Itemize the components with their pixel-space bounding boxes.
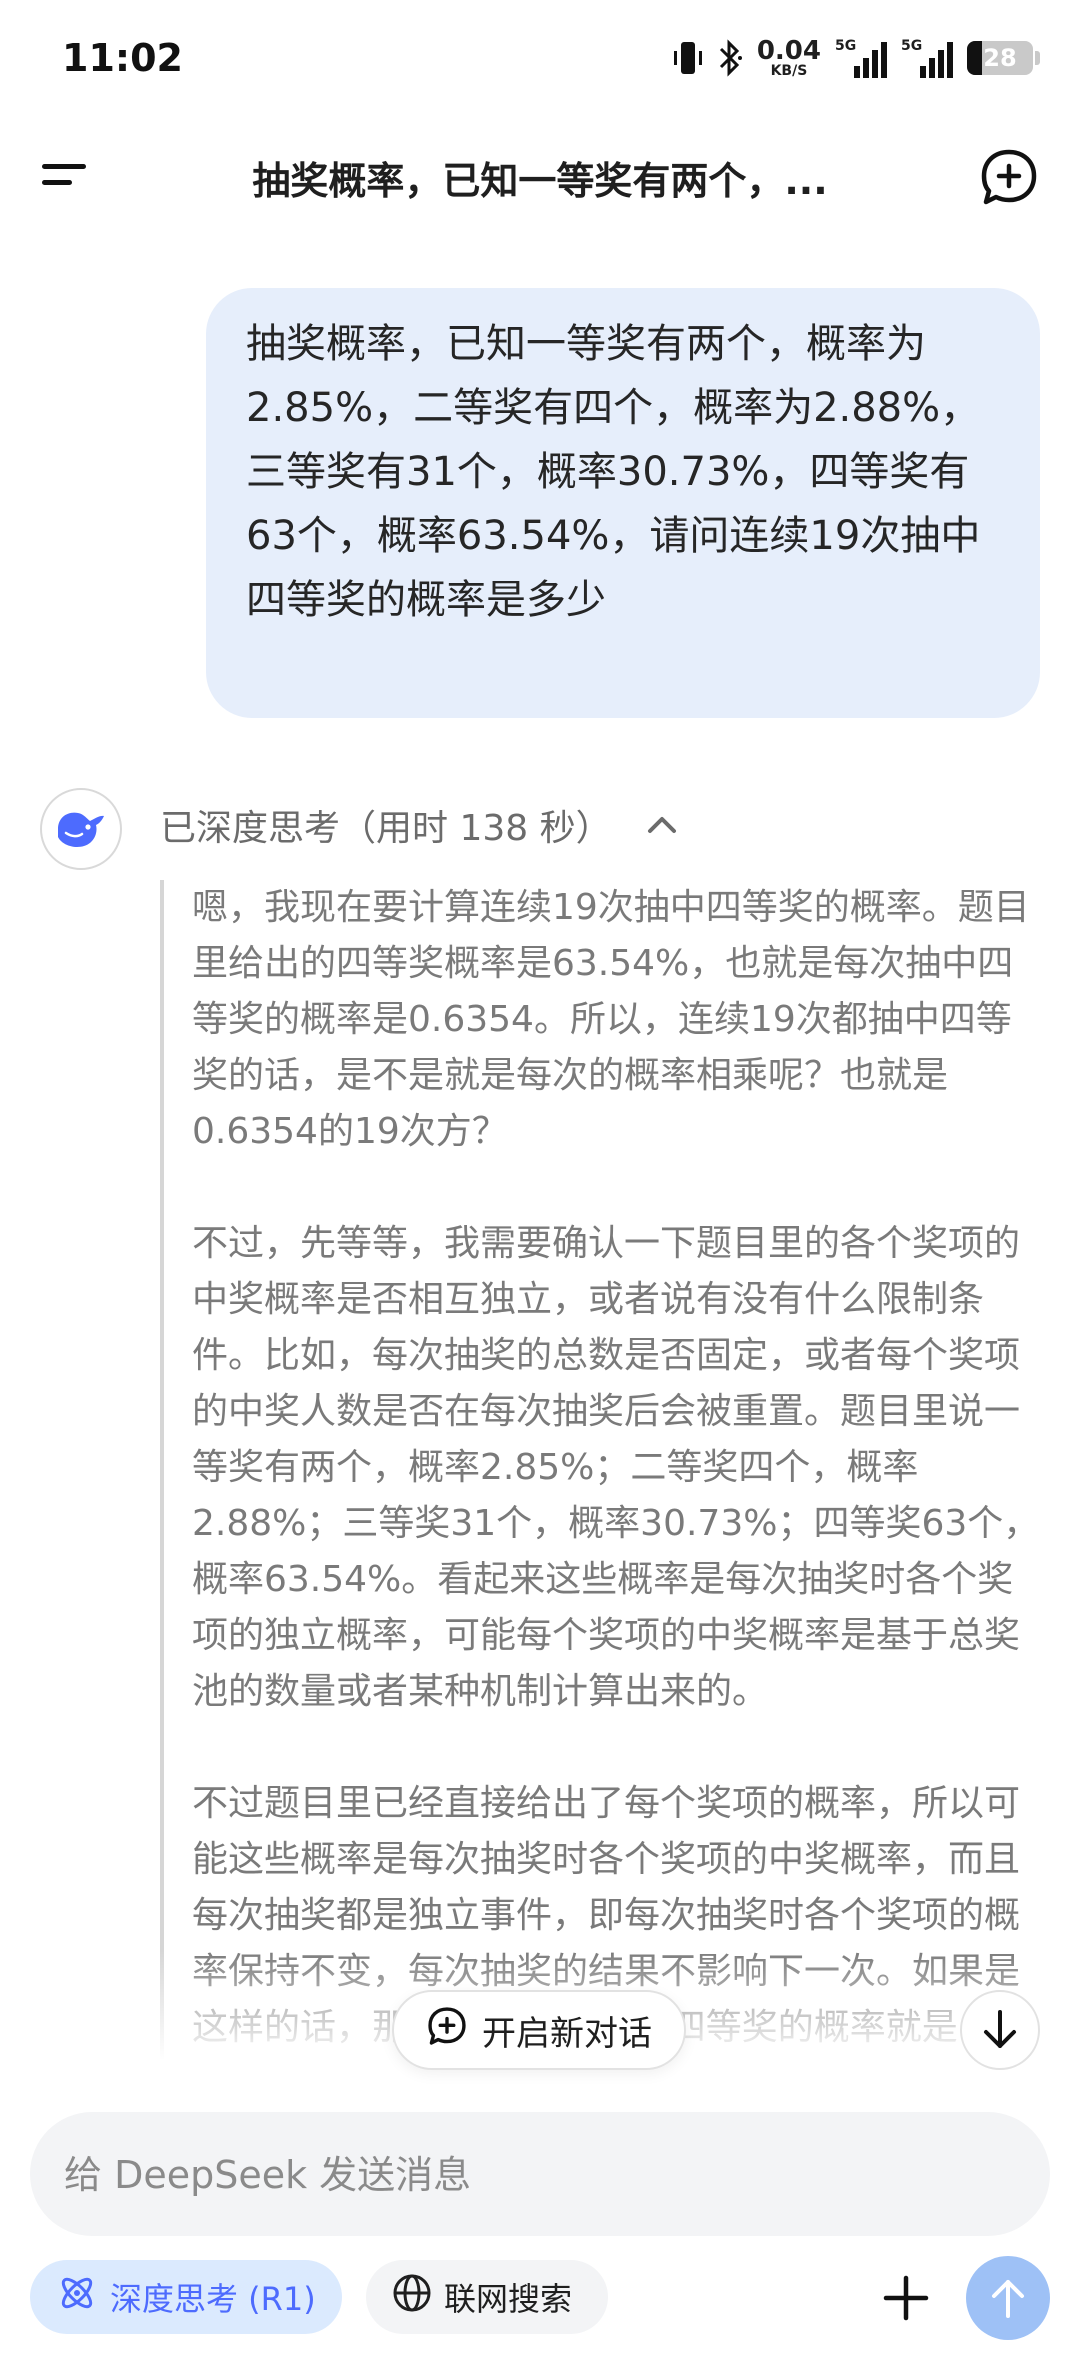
reasoning-content: 嗯，我现在要计算连续19次抽中四等奖的概率。题目里给出的四等奖概率是63.54%… <box>160 880 1040 2080</box>
signal-icon-2: 5G <box>901 38 953 78</box>
menu-button[interactable] <box>36 150 96 200</box>
chat-title: 抽奖概率，已知一等奖有两个，... <box>252 159 828 203</box>
web-search-toggle[interactable]: 联网搜索 <box>366 2260 608 2334</box>
status-icons: 0.04 KB/S 5G 5G 28 <box>673 38 1040 78</box>
network-speed: 0.04 KB/S <box>757 38 821 78</box>
new-chat-icon <box>426 2005 468 2056</box>
message-input[interactable] <box>62 2112 1006 2238</box>
network-speed-value: 0.04 <box>756 36 821 66</box>
new-chat-icon[interactable] <box>978 146 1040 208</box>
web-search-label: 联网搜索 <box>444 2280 573 2318</box>
deepseek-logo-icon <box>58 812 104 847</box>
battery-level: 28 <box>983 44 1017 72</box>
attach-button[interactable] <box>870 2262 942 2334</box>
reasoning-paragraph: 嗯，我现在要计算连续19次抽中四等奖的概率。题目里给出的四等奖概率是63.54%… <box>192 887 1030 1152</box>
deep-think-label: 深度思考 (R1) <box>110 2280 316 2318</box>
reasoning-status: 已深度思考（用时 138 秒） <box>160 808 612 849</box>
battery-tip <box>1035 51 1040 65</box>
arrow-up-icon <box>992 2280 1024 2318</box>
reasoning-paragraph: 不过，先等等，我需要确认一下题目里的各个奖项的中奖概率是否相互独立，或者说有没有… <box>192 1223 1040 1712</box>
message-input-box[interactable] <box>30 2112 1050 2238</box>
chat-header: 抽奖概率，已知一等奖有两个，... <box>0 120 1080 230</box>
reasoning-divider <box>160 880 164 2080</box>
arrow-down-icon <box>984 2010 1016 2048</box>
network-speed-unit: KB/S <box>770 63 808 79</box>
send-button[interactable] <box>966 2256 1050 2340</box>
globe-icon <box>392 2273 432 2321</box>
status-time: 11:02 <box>62 36 183 80</box>
atom-icon <box>56 2272 98 2322</box>
signal-icon-1: 5G <box>835 38 887 78</box>
new-chat-label: 开启新对话 <box>482 2013 652 2054</box>
deepseek-avatar <box>40 788 122 870</box>
vibrate-icon <box>673 39 703 77</box>
new-chat-button[interactable]: 开启新对话 <box>392 1990 686 2070</box>
plus-icon <box>883 2275 929 2321</box>
user-message-bubble: 抽奖概率，已知一等奖有两个，概率为2.85%，二等奖有四个，概率为2.88%，三… <box>206 288 1040 718</box>
bluetooth-icon <box>717 39 743 77</box>
battery-icon: 28 <box>967 41 1033 75</box>
reasoning-toggle[interactable]: 已深度思考（用时 138 秒） <box>160 800 680 850</box>
deep-think-toggle[interactable]: 深度思考 (R1) <box>30 2260 342 2334</box>
reasoning-text: 嗯，我现在要计算连续19次抽中四等奖的概率。题目里给出的四等奖概率是63.54%… <box>192 880 1040 2080</box>
status-bar: 11:02 0.04 KB/S 5G 5G 28 <box>0 0 1080 120</box>
scroll-to-bottom-button[interactable] <box>960 1990 1040 2070</box>
chevron-up-icon <box>644 805 680 846</box>
